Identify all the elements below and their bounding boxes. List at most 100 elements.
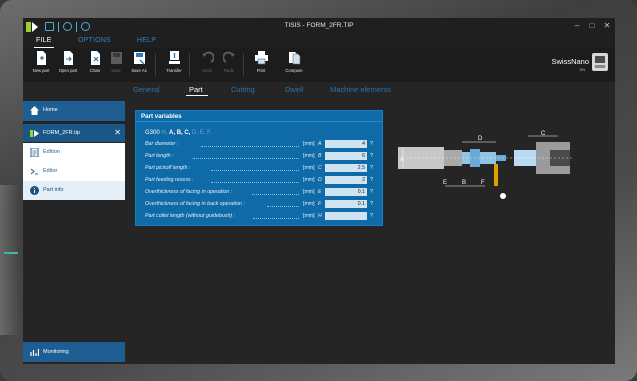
sidebar-item-home[interactable]: Home <box>23 101 125 121</box>
dim-label-a: A <box>400 157 404 163</box>
param-row-facing-overthickness: Overthickness of facing in operation : [… <box>145 188 383 198</box>
ribbon-toolbar: New part Open part Close Save Save As Tr… <box>23 48 615 82</box>
tab-general[interactable]: General <box>133 85 160 94</box>
param-key: C <box>318 165 322 171</box>
sidebar-item-editor[interactable]: Editor <box>23 162 125 181</box>
param-label: Overthickness of facing in operation : <box>145 189 233 195</box>
param-unit: [mm] <box>303 213 315 219</box>
param-help-button[interactable]: ? <box>370 177 373 183</box>
leader-dots <box>267 206 299 207</box>
leader-dots <box>211 182 299 183</box>
param-input-e[interactable]: 0.1 <box>325 188 367 196</box>
param-help-button[interactable]: ? <box>370 141 373 147</box>
leader-dots <box>193 158 299 159</box>
minimize-button[interactable]: – <box>571 21 583 31</box>
status-led <box>4 252 18 254</box>
leader-dots <box>253 218 299 219</box>
sidebar-part-info-label: Part info <box>43 187 64 193</box>
home-icon <box>30 106 39 115</box>
dim-label-f: F <box>481 180 485 186</box>
param-row-part-length: Part length : [mm] B 6 ? <box>145 152 383 162</box>
bezel-reflection <box>0 185 20 335</box>
close-part-icon <box>90 51 100 65</box>
counter-spindle-part <box>514 150 536 166</box>
ribbon-separator <box>189 53 190 77</box>
sidebar-item-monitoring[interactable]: Monitoring <box>23 342 125 362</box>
param-input-b[interactable]: 6 <box>325 152 367 160</box>
machine-icon <box>592 53 608 71</box>
param-key: D <box>318 177 322 183</box>
menu-options[interactable]: OPTIONS <box>78 37 111 44</box>
param-input-f[interactable]: 0.1 <box>325 200 367 208</box>
tab-part[interactable]: Part <box>189 85 203 94</box>
redo-button[interactable]: Redo <box>216 51 242 73</box>
ribbon-label: New part <box>32 68 50 73</box>
sidebar-item-edition[interactable]: Edition <box>23 143 125 162</box>
save-as-icon <box>133 52 145 65</box>
param-label: Part collet length (without guidebush) : <box>145 213 236 219</box>
param-input-h[interactable] <box>325 212 367 220</box>
tab-machine-elements[interactable]: Machine elements <box>330 85 391 94</box>
new-part-icon <box>36 51 46 65</box>
gcode-param: H, <box>161 130 168 136</box>
menu-help[interactable]: HELP <box>137 37 156 44</box>
open-part-button[interactable]: Open part <box>55 51 81 73</box>
param-help-button[interactable]: ? <box>370 201 373 207</box>
param-key: F <box>318 201 322 207</box>
edition-icon <box>30 148 39 157</box>
leader-dots <box>211 170 299 171</box>
ribbon-label: Save As <box>131 68 147 73</box>
origin-marker <box>500 193 506 199</box>
dim-label-b: B <box>462 180 466 186</box>
param-input-c[interactable]: 2.5 <box>325 164 367 172</box>
param-label: Part length : <box>145 153 174 159</box>
save-as-button[interactable]: Save As <box>126 51 152 73</box>
param-unit: [mm] <box>303 153 315 159</box>
close-window-button[interactable]: ✕ <box>601 21 613 31</box>
maximize-button[interactable]: □ <box>586 21 598 31</box>
param-help-button[interactable]: ? <box>370 189 373 195</box>
param-unit: [mm] <box>303 189 315 195</box>
new-part-button[interactable]: New part <box>28 51 54 73</box>
dim-label-c: C <box>541 131 546 137</box>
window-title: TISIS - FORM_2FR.TIP <box>284 22 354 29</box>
bar-stock <box>398 147 444 169</box>
compare-button[interactable]: Compare <box>281 51 307 73</box>
tab-dwell[interactable]: Dwell <box>285 85 303 94</box>
menu-file[interactable]: FILE <box>36 37 52 44</box>
param-input-a[interactable]: 4 <box>325 140 367 148</box>
param-input-d[interactable]: 2 <box>325 176 367 184</box>
close-file-button[interactable]: ✕ <box>114 128 121 137</box>
gcode-param: A, <box>169 130 176 136</box>
dim-label-d: D <box>478 136 483 142</box>
param-unit: [mm] <box>303 201 315 207</box>
tab-cutting[interactable]: Cutting <box>231 85 255 94</box>
monitoring-icon <box>30 349 39 356</box>
transfer-icon <box>168 51 180 64</box>
gcode-prefix: G300 <box>145 130 160 136</box>
param-unit: [mm] <box>303 177 315 183</box>
compare-icon <box>288 52 300 65</box>
param-help-button[interactable]: ? <box>370 213 373 219</box>
transfer-button[interactable]: Transfer <box>161 51 187 73</box>
ribbon-separator <box>155 53 156 77</box>
print-button[interactable]: Print <box>248 51 274 73</box>
sidebar-item-part-info[interactable]: Part info <box>23 181 125 200</box>
part-tip <box>496 155 506 161</box>
file-logo-icon <box>30 130 39 137</box>
ribbon-label: Print <box>256 68 266 73</box>
param-unit: [mm] <box>303 141 315 147</box>
menu-bar: FILE OPTIONS HELP <box>23 36 615 48</box>
panel-divider <box>136 121 382 122</box>
param-help-button[interactable]: ? <box>370 165 373 171</box>
gcode-line: G300 H, A, B, C, D, E, F, <box>145 130 212 136</box>
param-help-button[interactable]: ? <box>370 153 373 159</box>
param-key: E <box>318 189 322 195</box>
editor-icon <box>30 168 38 175</box>
ribbon-separator <box>243 53 244 77</box>
sidebar-item-file[interactable]: FORM_2FR.tip ✕ <box>23 124 125 142</box>
print-icon <box>254 51 268 65</box>
ribbon-label: Transfer <box>166 68 182 73</box>
app-window: TISIS - FORM_2FR.TIP – □ ✕ FILE OPTIONS … <box>23 18 615 364</box>
param-label: Part pickoff length : <box>145 165 191 171</box>
